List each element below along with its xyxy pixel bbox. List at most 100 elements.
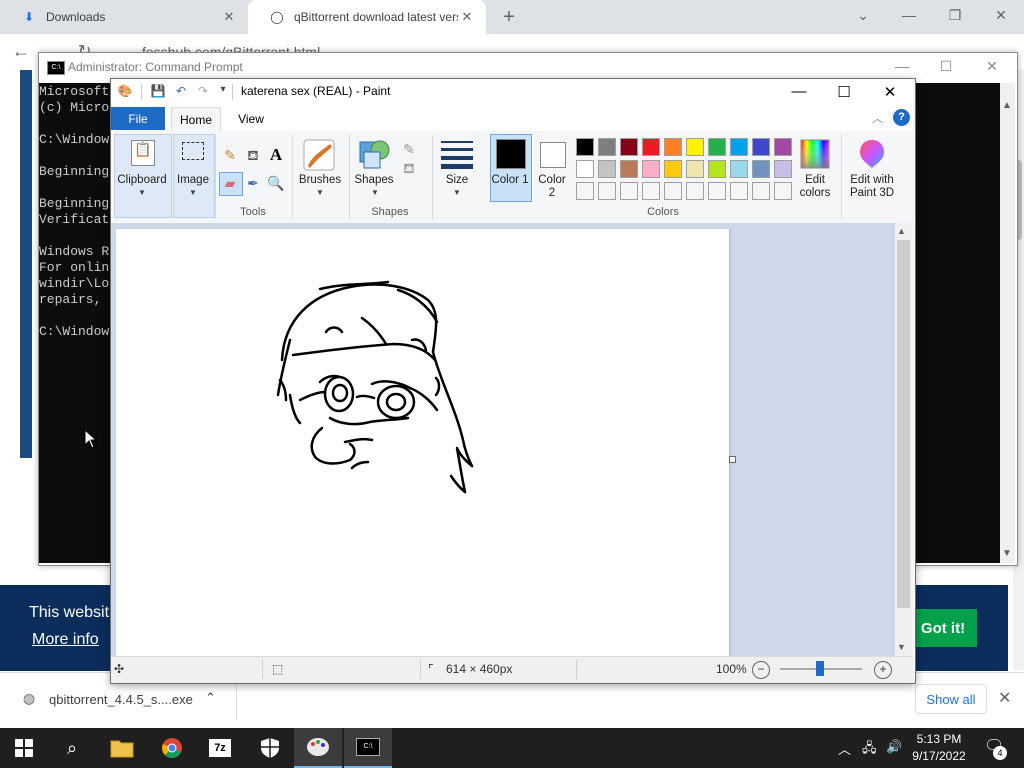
palette-swatch[interactable] — [686, 138, 704, 156]
palette-swatch[interactable] — [708, 160, 726, 178]
edit-colors-label[interactable]: Edit colors — [792, 174, 838, 200]
close-download-bar-icon[interactable]: ✕ — [998, 688, 1011, 708]
color2-label[interactable]: Color 2 — [534, 174, 570, 200]
tab-home[interactable]: Home — [171, 107, 221, 132]
cookie-accept-button[interactable]: Got it! — [909, 609, 977, 647]
cmd-scrollbar[interactable] — [1000, 83, 1015, 563]
zoom-slider-thumb[interactable] — [816, 661, 824, 676]
outline-icon[interactable]: ✎ — [399, 139, 419, 159]
palette-swatch[interactable] — [774, 138, 792, 156]
shapes-label[interactable]: Shapes — [352, 174, 396, 187]
collapse-ribbon-icon[interactable]: ︿ — [872, 110, 883, 126]
palette-swatch[interactable] — [598, 182, 616, 200]
cmd-close-icon[interactable]: ✕ — [982, 58, 1002, 76]
palette-swatch[interactable] — [620, 138, 638, 156]
search-icon[interactable]: ⌕ — [48, 728, 96, 768]
tab-file[interactable]: File — [111, 107, 165, 130]
help-icon[interactable]: ? — [893, 109, 910, 126]
close-tab-icon[interactable]: ✕ — [458, 9, 476, 25]
palette-swatch[interactable] — [730, 138, 748, 156]
fill-bucket-icon[interactable]: ⛾ — [243, 145, 263, 165]
show-all-button[interactable]: Show all — [915, 684, 987, 714]
tab-qbittorrent[interactable]: ◯ qBittorrent download latest versi ✕ — [248, 0, 486, 34]
cmd-scroll-down-icon[interactable]: ▼ — [1002, 548, 1012, 559]
chevron-up-icon[interactable]: ⌃ — [205, 690, 216, 706]
brushes-label[interactable]: Brushes — [296, 174, 344, 187]
palette-swatch[interactable] — [664, 160, 682, 178]
zoom-out-icon[interactable]: − — [752, 661, 770, 679]
tab-view[interactable]: View — [229, 107, 273, 130]
paint-app-icon[interactable]: 🎨 — [117, 84, 133, 100]
fill-icon[interactable]: ⛾ — [399, 158, 419, 178]
palette-swatch[interactable] — [686, 160, 704, 178]
palette-swatch[interactable] — [708, 182, 726, 200]
paint-minimize-icon[interactable]: — — [788, 83, 810, 101]
palette-swatch[interactable] — [642, 160, 660, 178]
size-label[interactable]: Size — [437, 174, 477, 187]
cmd-scroll-up-icon[interactable]: ▲ — [1002, 100, 1012, 111]
tab-downloads[interactable]: ⬇ Downloads ✕ — [0, 0, 248, 34]
security-shield-icon[interactable] — [246, 728, 294, 768]
palette-swatch[interactable] — [664, 182, 682, 200]
restore-icon[interactable]: ❐ — [944, 7, 966, 27]
start-button[interactable] — [0, 728, 48, 768]
close-tab-icon[interactable]: ✕ — [220, 9, 238, 25]
file-explorer-icon[interactable] — [98, 728, 146, 768]
size-icon[interactable] — [440, 139, 474, 169]
cmd-maximize-icon[interactable]: ☐ — [936, 58, 956, 76]
tab-search-icon[interactable]: ⌄ — [852, 7, 874, 27]
palette-swatch[interactable] — [598, 138, 616, 156]
palette-swatch[interactable] — [664, 138, 682, 156]
palette-swatch[interactable] — [576, 138, 594, 156]
clock-date[interactable]: 9/17/2022 — [908, 749, 970, 763]
palette-swatch[interactable] — [774, 182, 792, 200]
close-window-icon[interactable]: ✕ — [990, 7, 1012, 27]
palette-swatch[interactable] — [686, 182, 704, 200]
paint3d-icon[interactable] — [856, 138, 888, 170]
cmd-minimize-icon[interactable]: — — [892, 58, 912, 76]
palette-swatch[interactable] — [752, 138, 770, 156]
new-tab-button[interactable]: + — [498, 7, 520, 29]
palette-swatch[interactable] — [708, 138, 726, 156]
brushes-icon[interactable] — [302, 138, 336, 172]
palette-swatch[interactable] — [642, 182, 660, 200]
chrome-icon[interactable] — [148, 728, 196, 768]
palette-swatch[interactable] — [730, 160, 748, 178]
palette-swatch[interactable] — [576, 182, 594, 200]
save-icon[interactable]: 💾 — [150, 84, 166, 100]
back-arrow-icon[interactable]: ← — [12, 41, 32, 61]
palette-swatch[interactable] — [620, 160, 638, 178]
palette-swatch[interactable] — [752, 160, 770, 178]
pencil-icon[interactable]: ✎ — [220, 145, 240, 165]
redo-icon[interactable]: ↷ — [195, 84, 211, 100]
palette-swatch[interactable] — [576, 160, 594, 178]
edit-colors-icon[interactable] — [800, 139, 830, 169]
cmd-taskbar-icon[interactable]: C:\ — [344, 728, 392, 768]
palette-swatch[interactable] — [730, 182, 748, 200]
edit-paint3d-label[interactable]: Edit with Paint 3D — [844, 174, 900, 200]
paint-maximize-icon[interactable]: ☐ — [833, 83, 855, 101]
scroll-down-icon[interactable]: ▼ — [897, 642, 906, 652]
palette-swatch[interactable] — [598, 160, 616, 178]
magnifier-icon[interactable]: 🔍 — [266, 173, 286, 193]
minimize-icon[interactable]: — — [898, 7, 920, 27]
color-picker-icon[interactable]: ✒ — [243, 173, 263, 193]
cookie-more-info-link[interactable]: More info — [32, 631, 99, 649]
zoom-in-icon[interactable]: + — [874, 661, 892, 679]
color2-swatch[interactable] — [540, 142, 566, 168]
text-tool-icon[interactable]: A — [266, 145, 286, 165]
palette-swatch[interactable] — [752, 182, 770, 200]
palette-swatch[interactable] — [620, 182, 638, 200]
scroll-up-icon[interactable]: ▲ — [897, 226, 906, 236]
chevron-up-icon[interactable]: ︿ — [838, 739, 851, 758]
shapes-icon[interactable] — [358, 138, 392, 170]
palette-swatch[interactable] — [642, 138, 660, 156]
undo-icon[interactable]: ↶ — [173, 84, 189, 100]
canvas-scrollbar-thumb[interactable] — [897, 240, 910, 608]
network-icon[interactable]: 🖧 — [862, 739, 877, 761]
customize-qat-icon[interactable]: ▾ — [215, 84, 231, 100]
palette-swatch[interactable] — [774, 160, 792, 178]
download-item-name[interactable]: qbittorrent_4.4.5_s....exe — [49, 692, 193, 707]
paint-close-icon[interactable]: ✕ — [879, 83, 901, 101]
paint-taskbar-icon[interactable] — [294, 728, 342, 768]
